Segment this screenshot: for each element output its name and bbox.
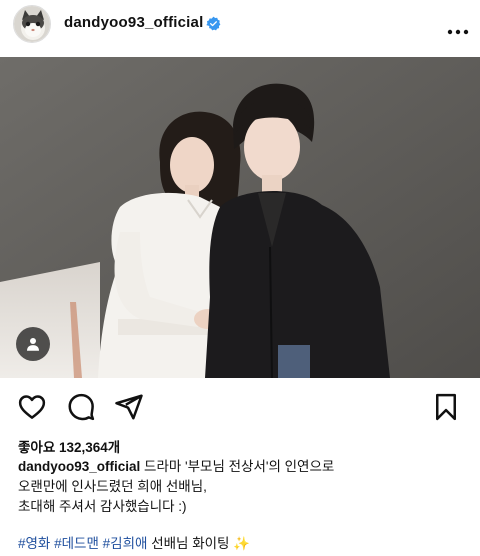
verified-badge-icon <box>206 16 221 31</box>
caption-username[interactable]: dandyoo93_official <box>18 459 140 474</box>
like-count[interactable]: 좋아요 132,364개 <box>18 436 120 456</box>
profile-avatar[interactable] <box>13 5 51 43</box>
more-options-icon[interactable] <box>447 22 469 35</box>
post-username[interactable]: dandyoo93_official <box>64 14 203 31</box>
hashtag-link[interactable]: #데드맨 <box>54 536 99 551</box>
tagged-people-icon[interactable] <box>16 327 50 361</box>
post-photo[interactable] <box>0 57 480 378</box>
caption-tail-text: 선배님 화이팅 ✨ <box>147 536 251 551</box>
caption-text-line-3: 초대해 주셔서 감사했습니다 :) <box>18 499 187 514</box>
hashtag-link[interactable]: #영화 <box>18 536 50 551</box>
post-caption: dandyoo93_official 드라마 '부모님 전상서'의 인연으로 오… <box>18 457 468 517</box>
post-header: dandyoo93_official <box>0 0 480 54</box>
comment-icon[interactable] <box>66 392 96 422</box>
send-icon[interactable] <box>114 392 144 422</box>
caption-hashtags: #영화 #데드맨 #김희애 선배님 화이팅 ✨ <box>18 535 250 553</box>
bookmark-icon[interactable] <box>432 392 462 422</box>
heart-icon[interactable] <box>17 392 47 422</box>
hashtag-link[interactable]: #김희애 <box>103 536 148 551</box>
post-actions-bar <box>0 388 480 424</box>
caption-text-line-2: 오랜만에 인사드렸던 희애 선배님, <box>18 479 207 494</box>
caption-text-line-1: 드라마 '부모님 전상서'의 인연으로 <box>140 459 335 474</box>
